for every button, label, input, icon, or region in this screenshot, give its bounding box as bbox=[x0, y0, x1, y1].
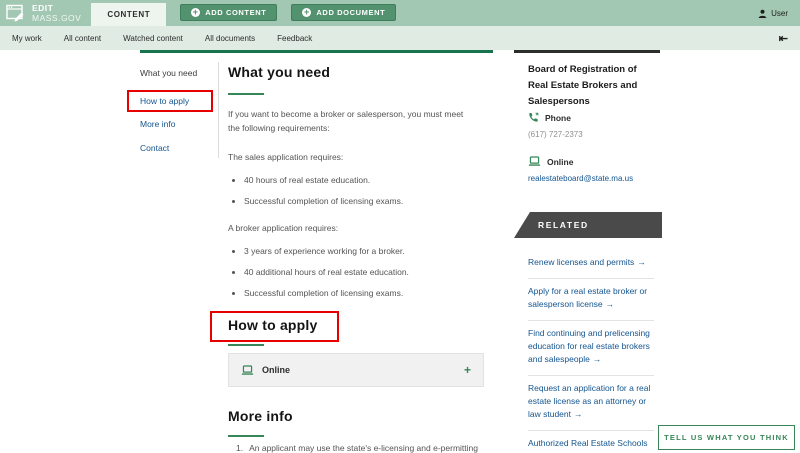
list-item: 40 hours of real estate education. bbox=[244, 175, 472, 186]
toc-item-more-info[interactable]: More info bbox=[140, 119, 175, 129]
online-accordion[interactable]: Online + bbox=[228, 353, 484, 387]
link-label: Authorized Real Estate Schools in Massac… bbox=[528, 438, 648, 453]
related-banner: RELATED bbox=[514, 212, 662, 238]
person-icon bbox=[758, 9, 767, 18]
logo-line2: MASS.GOV bbox=[32, 13, 82, 23]
intro-paragraph: If you want to become a broker or salesp… bbox=[228, 109, 464, 133]
user-menu[interactable]: User bbox=[758, 0, 800, 26]
tell-us-what-you-think-button[interactable]: TELL US WHAT YOU THINK bbox=[658, 425, 795, 450]
toc-item-how-to-apply[interactable]: How to apply bbox=[140, 96, 189, 106]
related-links: Renew licenses and permits → Apply for a … bbox=[528, 250, 654, 453]
list-number: 1. bbox=[236, 443, 244, 453]
list-text: An applicant may use the state's e-licen… bbox=[249, 443, 478, 453]
plus-circle-icon: + bbox=[302, 7, 312, 17]
phone-row: Phone bbox=[528, 112, 571, 123]
link-label: Find continuing and prelicensing educati… bbox=[528, 328, 650, 364]
broker-requirements-list: 3 years of experience working for a brok… bbox=[228, 246, 472, 309]
arrow-right-icon: → bbox=[605, 299, 615, 309]
arrow-right-icon: → bbox=[637, 257, 646, 267]
content-top-border bbox=[140, 50, 493, 53]
org-name: Board of Registration of Real Estate Bro… bbox=[528, 64, 638, 107]
related-link-education[interactable]: Find continuing and prelicensing educati… bbox=[528, 321, 654, 376]
add-document-label: ADD DOCUMENT bbox=[316, 8, 386, 17]
expand-plus-icon[interactable]: + bbox=[464, 363, 471, 377]
phone-icon bbox=[529, 112, 539, 122]
link-label: Renew licenses and permits bbox=[528, 257, 635, 267]
heading-how-to-apply: How to apply bbox=[228, 317, 318, 333]
plus-circle-icon: + bbox=[191, 7, 201, 17]
edit-massgov-logo[interactable]: EDIT MASS.GOV bbox=[0, 0, 91, 26]
admin-submenu: My work All content Watched content All … bbox=[0, 26, 800, 50]
add-content-button[interactable]: + ADD CONTENT bbox=[180, 4, 278, 21]
related-link-renew[interactable]: Renew licenses and permits → bbox=[528, 250, 654, 279]
page-body: What you need How to apply More info Con… bbox=[0, 50, 800, 453]
laptop-icon bbox=[528, 156, 541, 166]
sales-lead-paragraph: The sales application requires: bbox=[228, 152, 344, 162]
related-link-attorney[interactable]: Request an application for a real estate… bbox=[528, 376, 654, 431]
toc-item-contact[interactable]: Contact bbox=[140, 143, 169, 153]
sidebar-top-border bbox=[514, 50, 660, 53]
sales-requirements-list: 40 hours of real estate education. Succe… bbox=[228, 175, 472, 217]
laptop-icon bbox=[241, 364, 254, 375]
arrow-right-icon: → bbox=[574, 409, 583, 419]
online-label: Online bbox=[547, 156, 574, 167]
toc-item-what-you-need[interactable]: What you need bbox=[140, 68, 197, 78]
phone-number[interactable]: (617) 727-2373 bbox=[528, 130, 583, 139]
list-item: 3 years of experience working for a brok… bbox=[244, 246, 472, 257]
submenu-all-documents[interactable]: All documents bbox=[205, 34, 255, 43]
screen: EDIT MASS.GOV CONTENT + ADD CONTENT + AD… bbox=[0, 0, 800, 453]
toc-divider bbox=[218, 62, 219, 158]
heading-rule bbox=[228, 435, 264, 437]
admin-toolbar: EDIT MASS.GOV CONTENT + ADD CONTENT + AD… bbox=[0, 0, 800, 26]
related-link-schools[interactable]: Authorized Real Estate Schools in Massac… bbox=[528, 431, 654, 453]
browser-edit-icon bbox=[6, 4, 24, 22]
heading-what-you-need: What you need bbox=[228, 64, 331, 80]
submenu-watched-content[interactable]: Watched content bbox=[123, 34, 183, 43]
list-item: 40 additional hours of real estate educa… bbox=[244, 267, 472, 278]
online-row: Online bbox=[528, 156, 573, 167]
user-label: User bbox=[771, 8, 788, 18]
heading-rule bbox=[228, 344, 264, 346]
accordion-label: Online bbox=[262, 365, 291, 375]
add-document-button[interactable]: + ADD DOCUMENT bbox=[291, 4, 397, 21]
phone-label: Phone bbox=[545, 112, 571, 123]
submenu-my-work[interactable]: My work bbox=[12, 34, 42, 43]
add-content-label: ADD CONTENT bbox=[205, 8, 267, 17]
list-item: Successful completion of licensing exams… bbox=[244, 196, 472, 207]
heading-rule bbox=[228, 93, 264, 95]
more-info-list-item: 1. An applicant may use the state's e-li… bbox=[228, 443, 478, 453]
related-link-apply[interactable]: Apply for a real estate broker or salesp… bbox=[528, 279, 654, 321]
arrow-right-icon: → bbox=[592, 354, 602, 364]
tab-content[interactable]: CONTENT bbox=[91, 3, 167, 26]
link-label: Request an application for a real estate… bbox=[528, 383, 651, 419]
list-item: Successful completion of licensing exams… bbox=[244, 288, 472, 299]
link-label: Apply for a real estate broker or salesp… bbox=[528, 286, 648, 309]
tab-content-label: CONTENT bbox=[107, 10, 151, 19]
logo-line1: EDIT bbox=[32, 3, 54, 13]
broker-lead-paragraph: A broker application requires: bbox=[228, 223, 339, 233]
heading-more-info: More info bbox=[228, 408, 293, 424]
submenu-all-content[interactable]: All content bbox=[64, 34, 101, 43]
toolbar-collapse-icon[interactable]: ⇤ bbox=[779, 32, 788, 45]
submenu-feedback[interactable]: Feedback bbox=[277, 34, 312, 43]
email-link[interactable]: realestateboard@state.ma.us bbox=[528, 174, 633, 183]
